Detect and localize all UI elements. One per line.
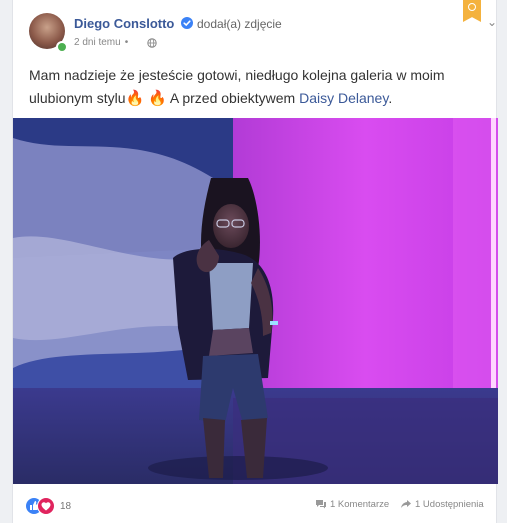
reaction-count[interactable]: 18: [60, 501, 71, 512]
comment-bubble-icon: [316, 500, 326, 509]
author-avatar[interactable]: [29, 13, 68, 53]
post-footer: 18 1 Komentarze 1 Udostępnienia: [13, 484, 498, 523]
chevron-down-icon[interactable]: ⌄: [487, 15, 497, 29]
share-arrow-icon: [401, 500, 411, 508]
comments-label: 1 Komentarze: [330, 499, 390, 510]
online-status-dot: [56, 41, 68, 53]
shares-link[interactable]: 1 Udostępnienia: [400, 499, 484, 510]
globe-privacy-icon[interactable]: [147, 38, 157, 48]
author-name-link[interactable]: Diego Conslotto: [74, 16, 174, 31]
post-action-text: dodał(a) zdjęcie: [197, 17, 282, 31]
photo-scene: [13, 118, 498, 484]
fire-emoji-icon: 🔥: [148, 90, 167, 107]
bookmark-ribbon-icon[interactable]: [463, 0, 481, 22]
separator-dot: •: [124, 37, 129, 48]
verified-badge-icon: [181, 17, 193, 29]
post-timestamp[interactable]: 2 dni temu: [74, 37, 121, 48]
shares-label: 1 Udostępnienia: [415, 499, 484, 510]
mention-link[interactable]: Daisy Delaney: [299, 90, 388, 106]
post-card: Diego Conslotto dodał(a) zdjęcie 2 dni t…: [12, 0, 498, 523]
post-text-body: A przed obiektywem: [169, 90, 296, 106]
love-reaction-icon: [37, 497, 55, 515]
post-meta: 2 dni temu •: [74, 37, 132, 48]
post-photo[interactable]: [13, 118, 498, 484]
post-text-end: .: [388, 90, 393, 106]
fire-emoji-icon: 🔥: [125, 90, 145, 107]
post-text: Mam nadzieje że jesteście gotowi, niedłu…: [29, 64, 484, 110]
comments-link[interactable]: 1 Komentarze: [315, 499, 389, 510]
